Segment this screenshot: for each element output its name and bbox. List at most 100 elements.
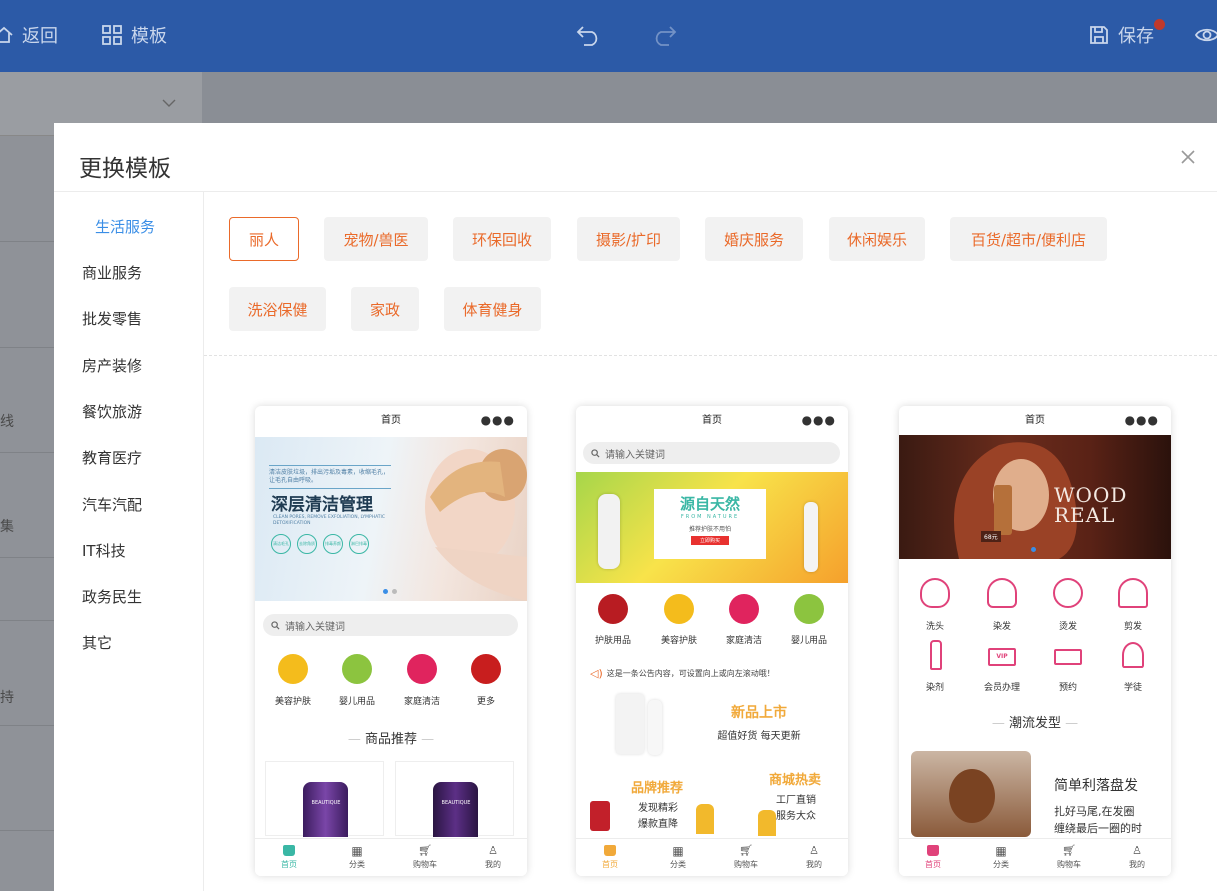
category-item-wholesale[interactable]: 批发零售 <box>82 308 142 329</box>
tab-category[interactable]: ▦ 分类 <box>644 839 712 876</box>
category-item-government[interactable]: 政务民生 <box>82 586 142 607</box>
product-image <box>696 804 714 834</box>
tab-cart[interactable]: 🛒︎ 购物车 <box>712 839 780 876</box>
speaker-icon: ◁) <box>590 667 603 680</box>
grid-icon <box>102 25 122 45</box>
category-item-education[interactable]: 教育医疗 <box>82 447 142 468</box>
tag-recycling[interactable]: 环保回收 <box>453 217 551 261</box>
product-card[interactable]: BEAUTIQUE <box>265 761 384 837</box>
new-arrivals-sub: 超值好货 每天更新 <box>717 731 801 742</box>
preview-button[interactable] <box>1194 20 1217 50</box>
tag-leisure[interactable]: 休闲娱乐 <box>829 217 925 261</box>
category-item-dining[interactable]: 餐饮旅游 <box>82 401 142 422</box>
tag-beauty[interactable]: 丽人 <box>229 217 299 261</box>
tab-home[interactable]: 首页 <box>899 839 967 876</box>
category-item-life-services[interactable]: 生活服务 <box>95 216 155 237</box>
change-template-dialog: 更换模板 生活服务 商业服务 批发零售 房产装修 餐饮旅游 教育医疗 汽车汽配 … <box>54 123 1217 891</box>
editor-topbar: 返回 模板 保存 <box>0 0 1217 72</box>
category-item-business[interactable]: 商业服务 <box>82 262 142 283</box>
tab-label: 分类 <box>670 860 686 869</box>
carousel-dot <box>383 589 388 594</box>
tag-supermarket[interactable]: 百货/超市/便利店 <box>950 217 1107 261</box>
icon-label: 烫发 <box>1058 622 1077 632</box>
hot-sub: 服务大众 <box>776 811 816 822</box>
beauty-icon <box>664 594 694 624</box>
hairstyle-desc: 缠绕最后一圈的时 <box>1054 822 1142 835</box>
tag-bath[interactable]: 洗浴保健 <box>229 287 326 331</box>
template-button[interactable]: 模板 <box>101 20 167 50</box>
banner-price: 68元 <box>981 531 1001 542</box>
save-button[interactable]: 保存 <box>1088 20 1154 50</box>
user-icon: ♙ <box>488 844 498 857</box>
background-divider <box>0 557 54 558</box>
tag-wedding[interactable]: 婚庆服务 <box>705 217 803 261</box>
tab-profile[interactable]: ♙ 我的 <box>780 839 848 876</box>
close-icon[interactable] <box>1180 149 1196 165</box>
redo-icon <box>655 26 677 46</box>
banner-image: 源自天然 FROM NATURE 推荐护肤不用怕 立即购买 <box>576 472 848 583</box>
hairstyle-photo <box>911 751 1031 837</box>
background-divider <box>0 452 54 453</box>
banner-title-line: REAL <box>1054 503 1116 527</box>
tab-label: 购物车 <box>1057 860 1081 869</box>
tab-label: 分类 <box>993 860 1009 869</box>
tab-category[interactable]: ▦ 分类 <box>967 839 1035 876</box>
redo-button[interactable] <box>650 20 678 50</box>
banner-sub: 推荐护肤不用怕 <box>688 526 731 533</box>
icon-label: 染剂 <box>925 683 944 693</box>
banner-circle: 排毒养颜 <box>323 534 343 554</box>
banner-buy-button[interactable]: 立即购买 <box>691 536 729 545</box>
brand-title: 品牌推荐 <box>631 781 684 796</box>
banner-title: WOOD REAL <box>1054 485 1127 525</box>
skincare-icon <box>598 594 628 624</box>
tab-cart[interactable]: 🛒︎ 购物车 <box>391 839 459 876</box>
search-input[interactable]: 请输入关键词 <box>583 442 840 464</box>
cleaning-icon <box>729 594 759 624</box>
undo-button[interactable] <box>575 20 603 50</box>
icon-label: 学徒 <box>1123 683 1142 693</box>
product-card[interactable]: BEAUTIQUE <box>395 761 514 837</box>
search-icon <box>591 448 600 458</box>
hairstyle-desc: 扎好马尾,在发圈 <box>1054 805 1135 818</box>
tag-fitness[interactable]: 体育健身 <box>444 287 541 331</box>
banner-en: FROM NATURE <box>680 514 740 520</box>
template-card[interactable]: 首页 ●●● 清洁皮肤垃圾，排出污垢及毒素，收缩毛孔，让毛孔自由呼吸。 深层清洁… <box>255 406 527 876</box>
category-item-other[interactable]: 其它 <box>82 632 112 653</box>
cart-icon: 🛒︎ <box>418 844 432 857</box>
tab-label: 购物车 <box>734 860 758 869</box>
tab-label: 首页 <box>925 860 941 869</box>
beauty-icon <box>278 654 308 684</box>
tag-pet[interactable]: 宠物/兽医 <box>324 217 428 261</box>
category-item-it[interactable]: IT科技 <box>82 540 126 561</box>
back-button[interactable]: 返回 <box>0 20 58 50</box>
woman-hair-illustration <box>954 442 1077 559</box>
icon-label: 家庭清洁 <box>725 636 762 646</box>
category-item-real-estate[interactable]: 房产装修 <box>82 355 142 376</box>
cart-icon: 🛒︎ <box>1062 844 1076 857</box>
user-icon: ♙ <box>1132 844 1142 857</box>
product-bottle <box>598 494 620 569</box>
template-card[interactable]: 首页 ●●● WOOD REAL 68元 洗头 染发 烫发 剪发 VIP 染剂 … <box>899 406 1171 876</box>
search-input[interactable]: 请输入关键词 <box>263 614 518 636</box>
tags-divider <box>204 355 1217 356</box>
tab-profile[interactable]: ♙ 我的 <box>459 839 527 876</box>
tag-photography[interactable]: 摄影/扩印 <box>577 217 680 261</box>
tab-cart[interactable]: 🛒︎ 购物车 <box>1035 839 1103 876</box>
banner-circle: 清洁毛孔 <box>271 534 291 554</box>
category-item-auto[interactable]: 汽车汽配 <box>82 494 142 515</box>
section-title: — 潮流发型 — <box>991 716 1079 731</box>
tab-home[interactable]: 首页 <box>576 839 644 876</box>
background-text: 持 <box>0 690 14 706</box>
icon-label: 预约 <box>1058 683 1077 693</box>
icon-label: 护肤用品 <box>594 636 631 646</box>
tab-category[interactable]: ▦ 分类 <box>323 839 391 876</box>
tab-profile[interactable]: ♙ 我的 <box>1103 839 1171 876</box>
tab-home[interactable]: 首页 <box>255 839 323 876</box>
product-bottle <box>648 700 662 755</box>
template-card[interactable]: 首页 ●●● 请输入关键词 源自天然 FROM NATURE 推荐护肤不用怕 立… <box>576 406 848 876</box>
tag-housekeeping[interactable]: 家政 <box>351 287 419 331</box>
more-icon: ●●● <box>801 413 836 427</box>
product-image <box>303 782 348 837</box>
banner-title: 源自天然 <box>679 495 740 513</box>
unsaved-badge <box>1154 19 1165 30</box>
